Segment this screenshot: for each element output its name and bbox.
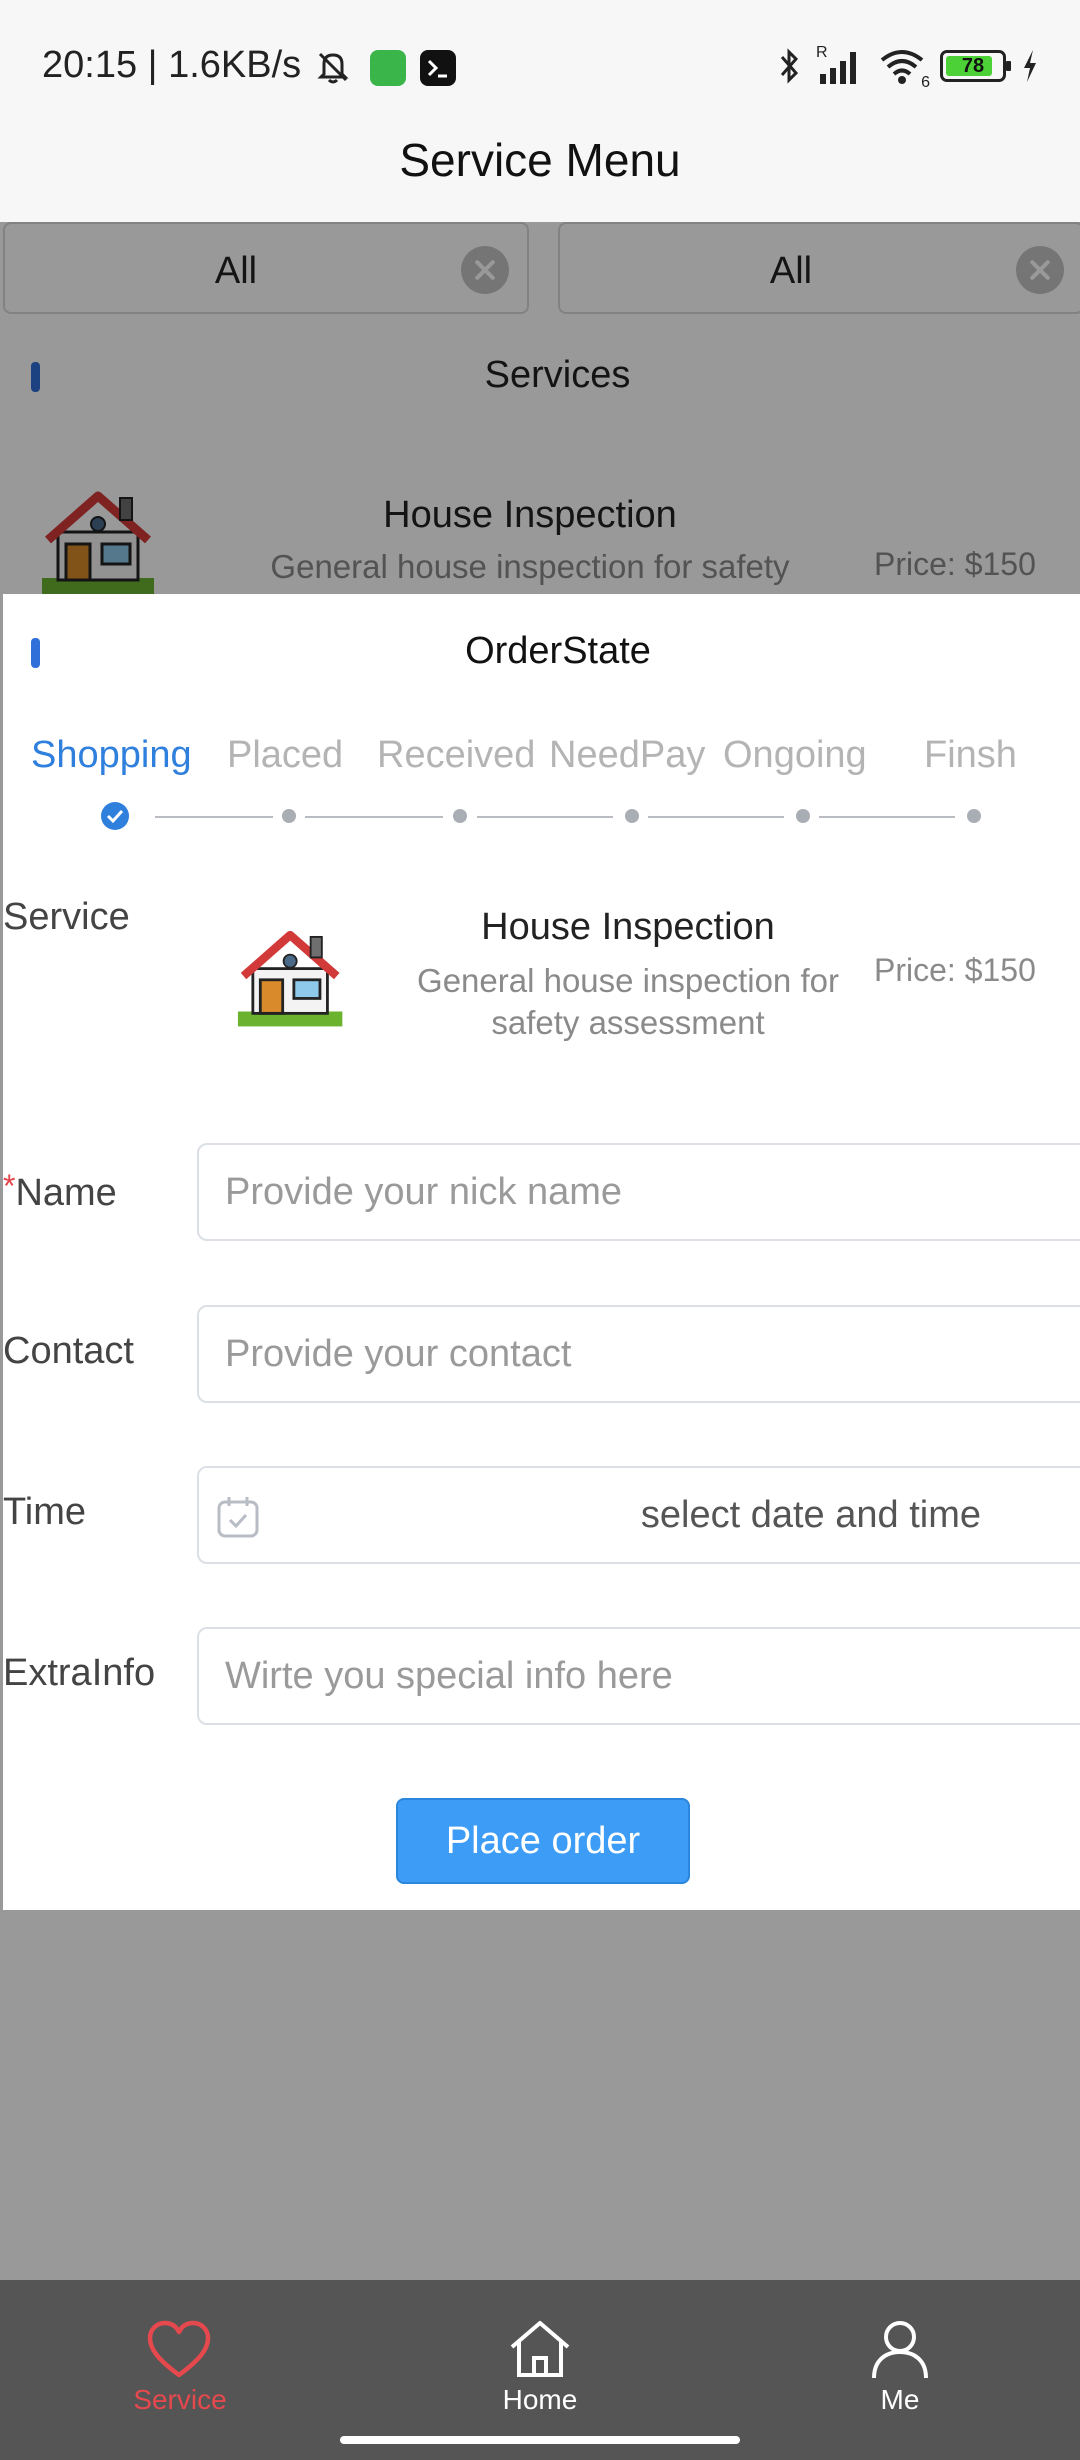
popup-title: OrderState: [465, 630, 651, 672]
required-mark: *: [3, 1168, 16, 1204]
heart-icon: [147, 2320, 211, 2378]
battery-text: 78: [961, 55, 985, 77]
user-icon: [872, 2321, 928, 2379]
home-indicator[interactable]: [340, 2436, 740, 2444]
name-input[interactable]: [225, 1145, 985, 1239]
step-connector: [477, 816, 613, 818]
app-notification-icon: [370, 50, 406, 86]
step-connector: [648, 816, 784, 818]
step-connector: [155, 816, 273, 818]
status-icons: R 6 78: [776, 44, 1040, 91]
app-header: Service Menu: [0, 130, 1080, 222]
page-title: Service Menu: [399, 134, 681, 186]
datetime-placeholder: select date and time: [640, 1494, 981, 1536]
place-order-button[interactable]: Place order: [396, 1798, 690, 1884]
step-connector: [819, 816, 955, 818]
mute-bell-icon: [317, 52, 349, 84]
step-dot: [967, 809, 981, 823]
step-dot: [453, 809, 467, 823]
tab-label-service: Service: [133, 2384, 227, 2415]
datetime-picker[interactable]: select date and time: [197, 1466, 1080, 1564]
step-label-finsh: Finsh: [924, 734, 1017, 776]
bottom-tab-bar: Service Home Me: [0, 2280, 1080, 2460]
tab-me[interactable]: Me: [720, 2280, 1080, 2460]
charging-icon: [1024, 50, 1036, 82]
order-stepper: Shopping Placed Received NeedPay Ongoing…: [3, 734, 1080, 830]
contact-label: Contact: [3, 1330, 134, 1372]
step-label-needpay: NeedPay: [549, 734, 706, 776]
terminal-icon: [420, 50, 456, 86]
home-icon: [510, 2321, 570, 2377]
name-field[interactable]: [197, 1143, 1080, 1241]
step-label-ongoing: Ongoing: [723, 734, 867, 776]
time-label: Time: [3, 1491, 87, 1533]
step-label-received: Received: [377, 734, 536, 776]
wifi-icon: 6: [878, 46, 930, 91]
tab-home[interactable]: Home: [360, 2280, 720, 2460]
name-label-text: Name: [15, 1172, 117, 1214]
extra-info-input[interactable]: [225, 1629, 985, 1723]
status-bar: 20:15 | 1.6KB/s R 6 78: [0, 0, 1080, 130]
wifi-label: 6: [921, 74, 930, 91]
order-service-price: Price: $150: [874, 952, 1036, 988]
step-label-placed: Placed: [227, 734, 344, 776]
step-dot: [796, 809, 810, 823]
tab-service[interactable]: Service: [0, 2280, 360, 2460]
step-dot: [625, 809, 639, 823]
status-time-speed: 20:15 | 1.6KB/s: [42, 44, 302, 86]
extra-info-field[interactable]: [197, 1627, 1080, 1725]
order-service-description: General house inspection for safety asse…: [417, 962, 839, 1041]
name-label: *Name: [3, 1168, 117, 1215]
step-label-shopping: Shopping: [31, 734, 192, 776]
contact-input[interactable]: [225, 1307, 985, 1401]
order-service-title: House Inspection: [481, 906, 775, 948]
tab-label-me: Me: [880, 2384, 920, 2415]
battery-icon: 78: [940, 50, 1011, 82]
service-label: Service: [3, 896, 130, 938]
order-popup: OrderState Shopping Placed Received Need…: [3, 594, 1080, 1910]
tab-label-home: Home: [502, 2384, 578, 2415]
house-icon: [237, 930, 343, 1027]
step-check-icon: [101, 802, 129, 830]
extra-info-label: ExtraInfo: [3, 1652, 156, 1694]
step-connector: [305, 816, 443, 818]
cellular-signal-icon: R: [816, 44, 864, 86]
bluetooth-icon: [780, 48, 799, 84]
contact-field[interactable]: [197, 1305, 1080, 1403]
step-dot: [282, 809, 296, 823]
